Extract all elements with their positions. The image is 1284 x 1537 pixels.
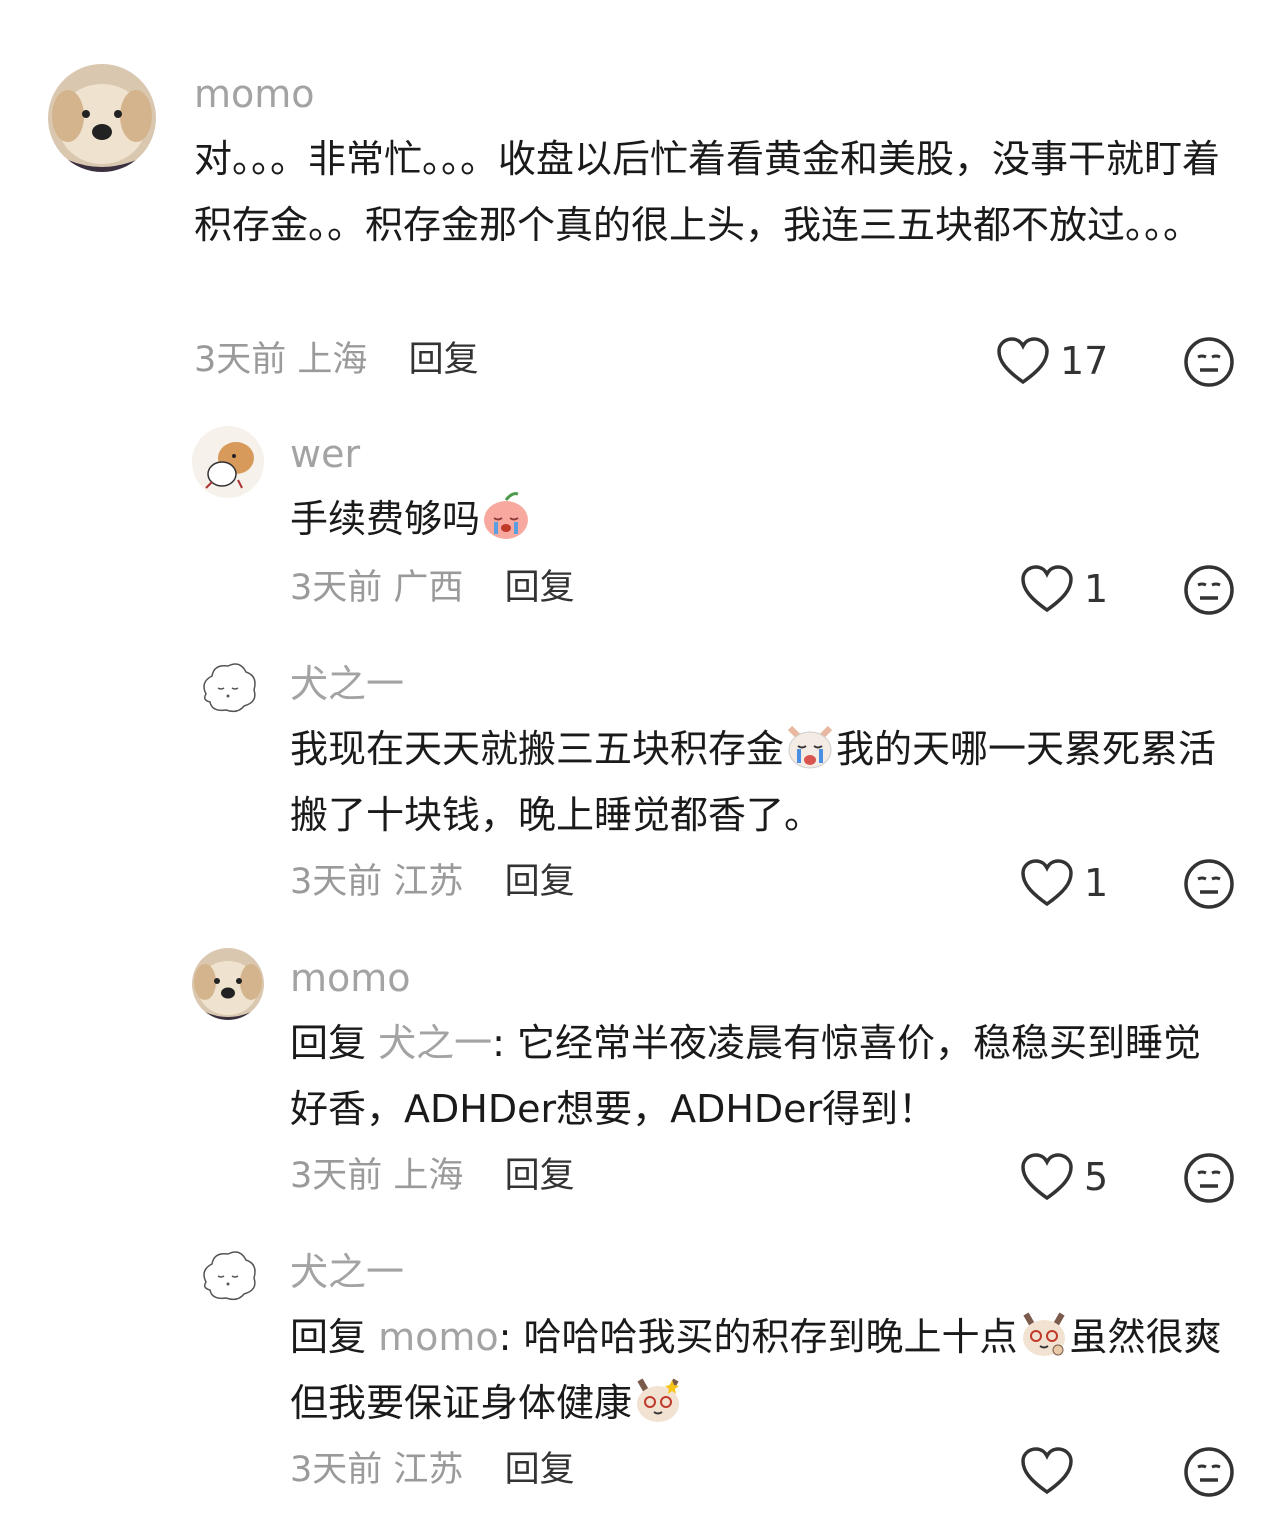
comment-time: 3天前 [290,1156,383,1196]
heart-icon [1021,859,1073,907]
dislike-face-icon[interactable] [1183,1152,1235,1204]
comment-location: 上海 [393,1156,464,1196]
heart-icon [1021,1447,1073,1495]
sketch-sheep-avatar [192,1242,264,1314]
avatar[interactable] [192,654,264,726]
username[interactable]: momo [290,954,411,1002]
heart-icon [1021,565,1073,613]
heart-icon [1021,1153,1073,1201]
comment-text: 对。。。非常忙。。。收盘以后忙着看黄金和美股，没事干就盯着积存金。。积存金那个真… [194,137,1221,247]
comment-location: 上海 [297,340,368,380]
comment-meta: 3天前 江苏 回复 [290,860,575,904]
sketch-sheep-avatar [192,654,264,726]
like-button[interactable]: 1 [1020,858,1108,908]
comment-location: 广西 [393,568,464,608]
mention-link[interactable]: momo [378,1315,499,1359]
username[interactable]: 犬之一 [290,660,404,708]
reply-button[interactable]: 回复 [505,1156,575,1196]
like-count: 1 [1084,861,1109,905]
reply-prefix: 回复 [290,1021,367,1065]
comment-time: 3天前 [290,862,383,902]
username[interactable]: momo [194,70,315,118]
comment-meta: 3天前 上海 回复 [194,338,479,382]
cat-emoji [1022,1312,1065,1356]
comment-location: 江苏 [393,1450,464,1490]
comment-time: 3天前 [290,568,383,608]
heart-icon [997,337,1049,385]
comment-meta: 3天前 广西 回复 [290,566,575,610]
comment-meta: 3天前 上海 回复 [290,1154,575,1198]
avatar[interactable] [192,1242,264,1314]
comment-text: 回复 momo: 哈哈哈我买的积存到晚上十点 虽然很爽但我要保证身体健康 [290,1304,1230,1436]
dislike-face-icon[interactable] [1183,336,1235,388]
comment-text-part-1: 我现在天天就搬三五块积存金 [290,727,785,771]
like-button[interactable]: 5 [1020,1152,1108,1202]
mention-link[interactable]: 犬之一 [378,1021,492,1065]
like-count: 1 [1084,567,1109,611]
like-count: 5 [1084,1155,1109,1199]
comment-text: 手续费够吗 [290,486,1284,552]
comment-text-part-1: : 哈哈哈我买的积存到晚上十点 [498,1315,1018,1359]
dislike-face-icon[interactable] [1183,1446,1235,1498]
avatar[interactable] [48,64,156,172]
reply-button[interactable]: 回复 [505,1450,575,1490]
reply-button[interactable]: 回复 [505,568,575,608]
dislike-face-icon[interactable] [1183,564,1235,616]
reply-button[interactable]: 回复 [409,340,479,380]
dislike-face-icon[interactable] [1183,858,1235,910]
avatar[interactable] [192,426,264,498]
like-button[interactable]: 17 [996,336,1108,386]
reply-prefix: 回复 [290,1315,367,1359]
comment-text: 回复 犬之一: 它经常半夜凌晨有惊喜价，稳稳买到睡觉好香，ADHDer想要，AD… [290,1010,1230,1142]
like-button[interactable] [1020,1446,1084,1496]
comment-text-content: 手续费够吗 [290,497,481,541]
cat-emoji [637,1378,680,1422]
comment-text: 我现在天天就搬三五块积存金 我的天哪一天累死累活搬了十块钱，晚上睡觉都香了。 [290,716,1230,848]
comment-location: 江苏 [393,862,464,902]
username[interactable]: wer [290,430,360,478]
reply-button[interactable]: 回复 [505,862,575,902]
golden-retriever-avatar [48,64,156,172]
golden-retriever-avatar [192,948,264,1020]
cartoon-dog-avatar [192,426,264,498]
crying-dog-emoji [787,725,833,769]
like-count: 17 [1060,339,1109,383]
comment-meta: 3天前 江苏 回复 [290,1448,575,1492]
username[interactable]: 犬之一 [290,1248,404,1296]
like-button[interactable]: 1 [1020,564,1108,614]
avatar[interactable] [192,948,264,1020]
comment-time: 3天前 [194,340,287,380]
crying-peach-emoji [484,492,529,539]
comment-time: 3天前 [290,1450,383,1490]
